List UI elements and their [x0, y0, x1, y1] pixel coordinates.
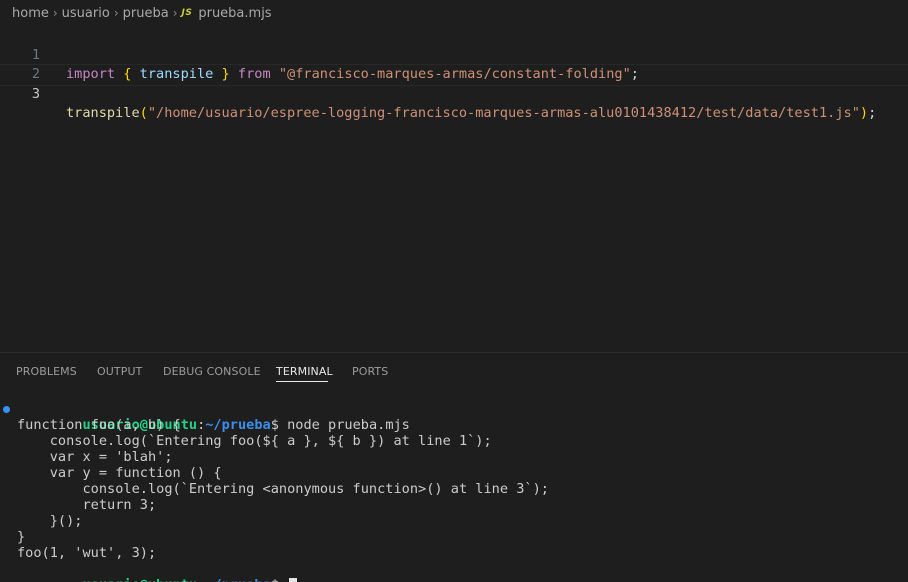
code-line-3[interactable]: 3 transpile("/home/usuario/espree-loggin… — [0, 64, 908, 121]
active-tab-indicator — [276, 381, 328, 382]
breadcrumb-item-home[interactable]: home — [12, 6, 49, 21]
prompt-path: ~/prueba — [205, 577, 270, 582]
code-line-2[interactable]: 2 — [0, 46, 908, 82]
terminal-output-line: }(); — [17, 513, 83, 529]
terminal-output-line: function foo(a, b) { — [17, 417, 181, 433]
tab-debug-console[interactable]: DEBUG CONSOLE — [163, 365, 261, 378]
prompt-user: usuario@ubuntu — [82, 577, 197, 582]
path-string: "/home/usuario/espree-logging-francisco-… — [147, 105, 860, 121]
terminal-prompt-line: usuario@ubuntu:~/prueba$ node prueba.mjs — [0, 401, 908, 433]
code-content: transpile("/home/usuario/espree-logging-… — [66, 104, 876, 124]
chevron-right-icon: › — [172, 6, 178, 20]
breadcrumb-item-usuario[interactable]: usuario — [62, 6, 110, 21]
chevron-right-icon: › — [52, 6, 58, 20]
panel-tabs: PROBLEMS OUTPUT DEBUG CONSOLE TERMINAL P… — [0, 353, 908, 389]
terminal-cursor — [289, 577, 298, 582]
terminal-output-line: } — [17, 529, 26, 545]
breadcrumb-item-file[interactable]: prueba.mjs — [198, 6, 271, 21]
bottom-panel: PROBLEMS OUTPUT DEBUG CONSOLE TERMINAL P… — [0, 352, 908, 582]
command-decoration-icon[interactable] — [3, 406, 10, 413]
tab-output[interactable]: OUTPUT — [97, 365, 142, 378]
terminal-prompt-line: usuario@ubuntu:~/prueba$ — [0, 561, 908, 582]
tab-terminal[interactable]: TERMINAL — [276, 365, 333, 378]
code-editor[interactable]: 1 import { transpile } from "@francisco-… — [0, 26, 908, 352]
terminal-output-line: console.log(`Entering <anonymous functio… — [17, 481, 549, 497]
vscode-window: home › usuario › prueba › JS prueba.mjs … — [0, 0, 908, 582]
breadcrumb: home › usuario › prueba › JS prueba.mjs — [0, 0, 908, 26]
code-line-1[interactable]: 1 import { transpile } from "@francisco-… — [0, 26, 908, 83]
tab-ports[interactable]: PORTS — [352, 365, 388, 378]
terminal-output-line: var x = 'blah'; — [17, 449, 173, 465]
semicolon: ; — [868, 105, 877, 121]
paren-open: ( — [139, 105, 148, 121]
function-call-transpile: transpile — [66, 105, 140, 121]
terminal-output-line: foo(1, 'wut', 3); — [17, 545, 157, 561]
prompt-symbol: $ — [271, 577, 287, 582]
paren-close: ) — [859, 105, 869, 121]
terminal-output-line: return 3; — [17, 497, 157, 513]
javascript-file-icon: JS — [181, 8, 193, 18]
line-number: 3 — [31, 85, 40, 102]
breadcrumb-item-prueba[interactable]: prueba — [123, 6, 169, 21]
tab-problems[interactable]: PROBLEMS — [16, 365, 77, 378]
terminal-output-line: console.log(`Entering foo(${ a }, ${ b }… — [17, 433, 492, 449]
terminal[interactable]: usuario@ubuntu:~/prueba$ node prueba.mjs… — [0, 401, 908, 582]
terminal-output-line: var y = function () { — [17, 465, 222, 481]
chevron-right-icon: › — [113, 6, 119, 20]
